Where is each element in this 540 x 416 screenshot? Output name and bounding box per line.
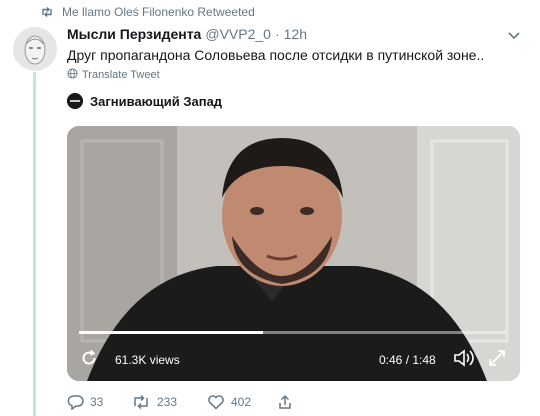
tweet-actions: 33 233 402 — [67, 394, 293, 410]
retweet-context-label[interactable]: Me llamo Oleś Filonenko Retweeted — [62, 5, 255, 19]
replay-icon[interactable] — [79, 348, 99, 368]
progress-bar[interactable] — [79, 331, 506, 334]
source-name: Загнивающий Запад — [90, 93, 223, 109]
translate-tweet-link[interactable]: Translate Tweet — [67, 68, 160, 82]
tweet-time[interactable]: 12h — [284, 26, 307, 42]
author-name[interactable]: Мысли Перзидента — [67, 26, 201, 42]
reply-count: 33 — [90, 395, 104, 409]
like-icon — [207, 394, 225, 410]
video-controls: 61.3K views 0:46 / 1:48 — [67, 344, 520, 374]
video-frame — [67, 126, 520, 381]
reply-button[interactable]: 33 — [67, 394, 131, 410]
tweet-text: Друг пропагандона Соловьева после отсидк… — [67, 47, 485, 63]
retweet-count: 233 — [157, 395, 178, 409]
separator-dot: · — [274, 26, 280, 42]
tweet-header: Мысли Перзидента @VVP2_0 · 12h — [67, 26, 307, 42]
thread-line — [33, 72, 36, 416]
retweet-icon — [131, 394, 151, 410]
view-count: 61.3K views — [115, 353, 180, 367]
retweet-button[interactable]: 233 — [131, 394, 207, 410]
translate-label: Translate Tweet — [82, 69, 160, 81]
like-button[interactable]: 402 — [207, 394, 277, 410]
share-icon — [277, 394, 293, 410]
media-source[interactable]: Загнивающий Запад — [67, 93, 222, 109]
video-player[interactable]: 61.3K views 0:46 / 1:48 — [67, 126, 520, 381]
retweet-context: Me llamo Oleś Filonenko Retweeted — [40, 3, 255, 21]
share-button[interactable] — [277, 394, 293, 410]
volume-icon[interactable] — [453, 348, 475, 368]
source-logo — [67, 93, 83, 109]
globe-icon — [67, 68, 78, 82]
fullscreen-icon[interactable] — [487, 348, 507, 368]
video-time: 0:46 / 1:48 — [379, 353, 436, 367]
reply-icon — [67, 394, 84, 410]
retweet-icon — [40, 6, 54, 18]
progress-fill — [79, 331, 263, 334]
like-count: 402 — [231, 395, 252, 409]
avatar[interactable] — [13, 27, 57, 71]
author-handle[interactable]: @VVP2_0 — [205, 26, 271, 42]
chevron-down-icon[interactable] — [506, 27, 522, 43]
